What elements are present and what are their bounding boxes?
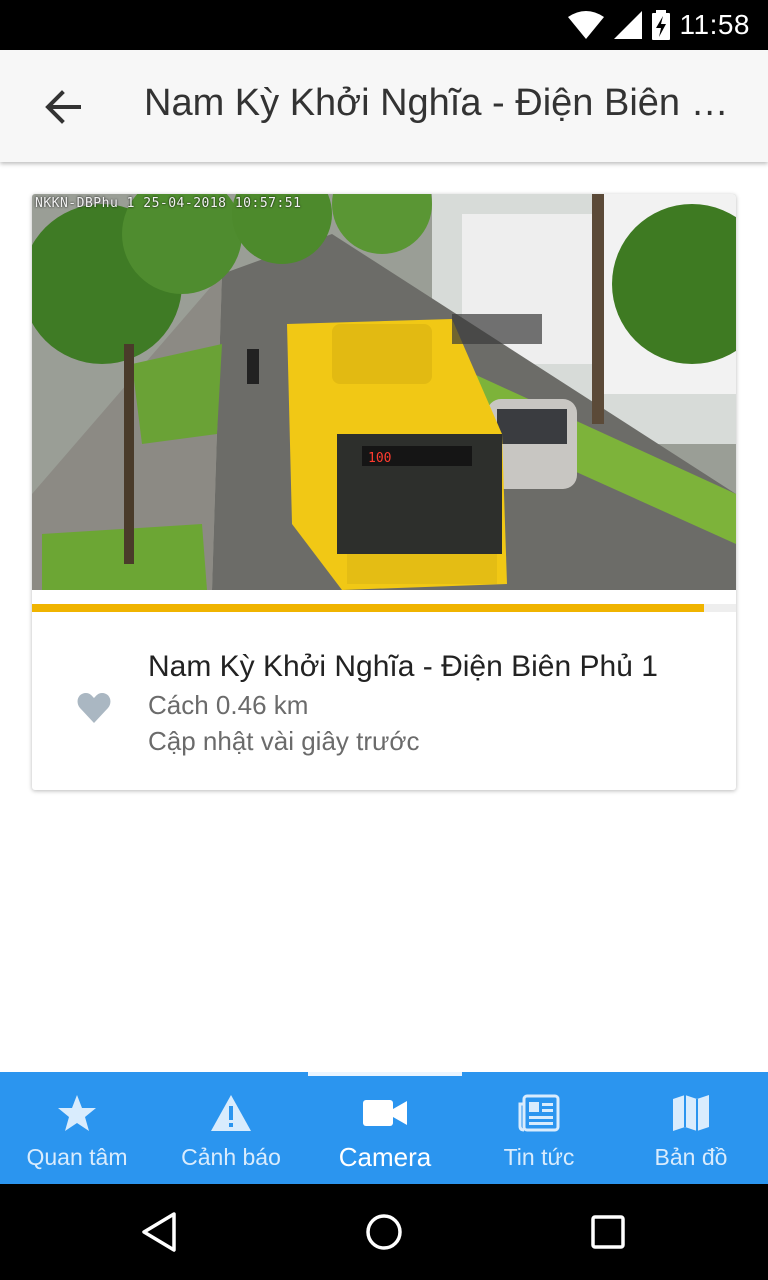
camera-name: Nam Kỳ Khởi Nghĩa - Điện Biên Phủ 1 [148, 650, 658, 683]
nav-item-canh-bao[interactable]: Cảnh báo [154, 1072, 308, 1184]
newspaper-icon [516, 1090, 562, 1136]
camera-snapshot[interactable]: 100 [32, 194, 736, 590]
page-title: Nam Kỳ Khởi Nghĩa - Điện Biên Phủ 1 [144, 82, 748, 124]
camera-card[interactable]: 100 NKKN-DBPhu 1 25-04-2018 10:57:51 Nam… [32, 194, 736, 790]
nav-item-tin-tuc[interactable]: Tin tức [462, 1072, 616, 1184]
system-navigation-bar [0, 1184, 768, 1280]
refresh-progress-bar [32, 604, 736, 612]
arrow-left-icon [45, 90, 81, 124]
nav-item-quan-tam[interactable]: Quan tâm [0, 1072, 154, 1184]
nav-label: Tin tức [503, 1144, 575, 1170]
home-circle-icon [366, 1214, 402, 1250]
camera-timestamp-overlay: NKKN-DBPhu 1 25-04-2018 10:57:51 [35, 196, 302, 211]
svg-text:100: 100 [368, 451, 391, 466]
bottom-navigation: Quan tâm Cảnh báo Camera Tin tức Bản đồ [0, 1072, 768, 1184]
wifi-icon [567, 11, 604, 39]
map-icon [668, 1090, 714, 1136]
nav-item-camera[interactable]: Camera [308, 1072, 462, 1184]
refresh-progress-fill [32, 604, 705, 612]
recents-square-icon [591, 1215, 625, 1249]
system-home-button[interactable] [354, 1202, 414, 1262]
heart-icon[interactable] [76, 690, 112, 726]
status-icons: 11:58 [567, 8, 751, 42]
back-button[interactable] [30, 74, 96, 140]
video-camera-icon [362, 1090, 408, 1136]
camera-distance: Cách 0.46 km [148, 690, 309, 720]
star-icon [54, 1090, 100, 1136]
back-triangle-icon [142, 1212, 176, 1252]
camera-updated-time: Cập nhật vài giây trước [148, 726, 420, 756]
status-time: 11:58 [679, 9, 750, 40]
status-bar: 11:58 [0, 0, 768, 50]
nav-label: Camera [338, 1142, 432, 1172]
nav-item-ban-do[interactable]: Bản đồ [614, 1072, 768, 1184]
system-recents-button[interactable] [578, 1202, 638, 1262]
battery-charging-icon [651, 10, 670, 40]
system-back-button[interactable] [130, 1202, 190, 1262]
warning-icon [208, 1090, 254, 1136]
nav-label: Cảnh báo [181, 1144, 281, 1170]
nav-label: Quan tâm [26, 1144, 128, 1170]
nav-label: Bản đồ [654, 1144, 728, 1170]
active-tab-indicator [308, 1072, 462, 1076]
signal-icon [613, 11, 642, 39]
app-bar: Nam Kỳ Khởi Nghĩa - Điện Biên Phủ 1 [0, 50, 768, 162]
